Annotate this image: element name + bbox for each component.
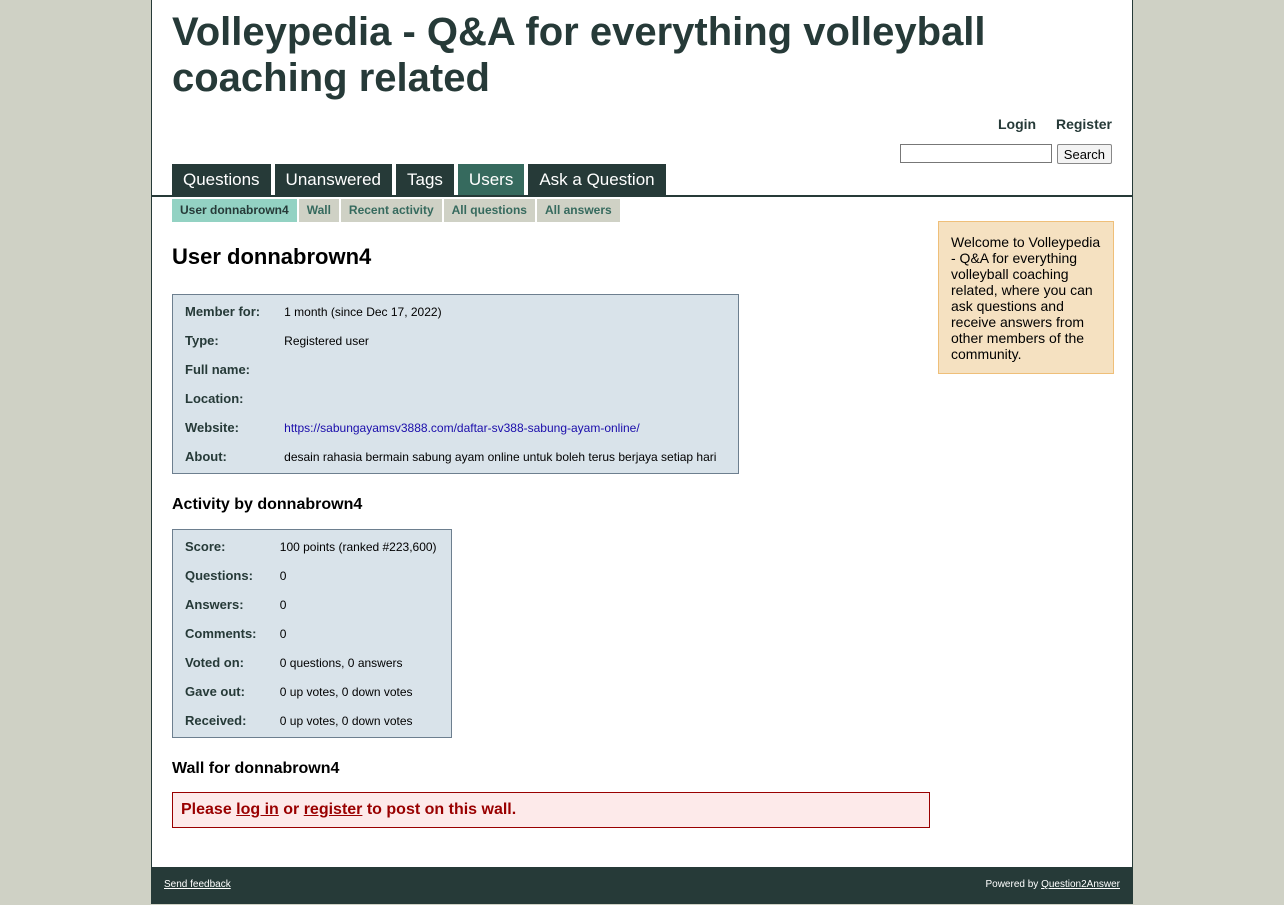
field-value	[272, 355, 738, 384]
nav-tab-users[interactable]: Users	[457, 164, 525, 195]
activity-row: Voted on: 0 questions, 0 answers	[173, 648, 451, 677]
profile-row: Member for: 1 month (since Dec 17, 2022)	[173, 297, 738, 326]
nav-tab-questions[interactable]: Questions	[172, 164, 271, 195]
stat-value: 0 up votes, 0 down votes	[279, 684, 413, 699]
wall-login-link[interactable]: log in	[236, 801, 279, 818]
activity-row: Answers: 0	[173, 590, 451, 619]
profile-table: Member for: 1 month (since Dec 17, 2022)…	[172, 294, 739, 474]
profile-row: Full name:	[173, 355, 738, 384]
field-value: Registered user	[284, 333, 369, 348]
powered-by: Powered by Question2Answer	[985, 879, 1120, 890]
profile-row: Location:	[173, 384, 738, 413]
stat-label: Answers:	[185, 597, 244, 612]
subnav-all-questions[interactable]: All questions	[443, 199, 535, 222]
activity-row: Gave out: 0 up votes, 0 down votes	[173, 677, 451, 706]
powered-by-prefix: Powered by	[985, 879, 1042, 890]
stat-value: 100 points (ranked #223,600)	[279, 539, 437, 554]
subnav-recent-activity[interactable]: Recent activity	[340, 199, 442, 222]
search-form: Search	[899, 144, 1112, 164]
activity-heading: Activity by donnabrown4	[172, 496, 363, 513]
nav-tab-tags[interactable]: Tags	[396, 164, 454, 195]
profile-row: About: desain rahasia bermain sabung aya…	[173, 442, 738, 471]
field-label: Website:	[185, 420, 239, 435]
stat-value: 0 questions, 0 answers	[279, 655, 403, 670]
field-value: 1 month (since Dec 17, 2022)	[284, 304, 442, 319]
stat-label: Comments:	[185, 626, 257, 641]
wall-notice-suffix: to post on this wall.	[362, 801, 517, 818]
send-feedback-link[interactable]: Send feedback	[164, 879, 231, 890]
register-link[interactable]: Register	[1056, 116, 1112, 132]
wall-heading: Wall for donnabrown4	[172, 760, 340, 777]
profile-row: Type: Registered user	[173, 326, 738, 355]
subnav-user[interactable]: User donnabrown4	[172, 199, 297, 222]
wall-register-link[interactable]: register	[304, 801, 363, 818]
website-link[interactable]: https://sabungayamsv3888.com/daftar-sv38…	[284, 421, 640, 435]
subnav-wall[interactable]: Wall	[298, 199, 339, 222]
page-container: Volleypedia - Q&A for everything volleyb…	[151, 0, 1133, 904]
welcome-box: Welcome to Volleypedia - Q&A for everyth…	[938, 221, 1114, 374]
stat-label: Score:	[185, 539, 226, 554]
profile-row: Website: https://sabungayamsv3888.com/da…	[173, 413, 738, 442]
activity-row: Received: 0 up votes, 0 down votes	[173, 706, 451, 735]
field-label: Type:	[185, 333, 219, 348]
sub-nav: User donnabrown4 Wall Recent activity Al…	[172, 199, 620, 222]
stat-label: Received:	[185, 713, 247, 728]
field-value: https://sabungayamsv3888.com/daftar-sv38…	[272, 413, 738, 442]
wall-notice-prefix: Please	[181, 801, 237, 818]
activity-row: Questions: 0	[173, 561, 451, 590]
field-label: Location:	[185, 391, 244, 406]
field-value	[272, 384, 738, 413]
user-nav: Login Register	[982, 116, 1112, 132]
nav-tab-unanswered[interactable]: Unanswered	[274, 164, 392, 195]
field-label: Full name:	[185, 362, 251, 377]
nav-divider	[152, 195, 1132, 197]
stat-label: Questions:	[185, 568, 253, 583]
field-label: About:	[185, 449, 227, 464]
field-value: desain rahasia bermain sabung ayam onlin…	[284, 449, 717, 464]
site-title[interactable]: Volleypedia - Q&A for everything volleyb…	[172, 9, 1032, 101]
subnav-all-answers[interactable]: All answers	[536, 199, 620, 222]
search-input[interactable]	[899, 144, 1052, 163]
field-label: Member for:	[185, 304, 261, 319]
login-link[interactable]: Login	[998, 116, 1036, 132]
activity-row: Score: 100 points (ranked #223,600)	[173, 532, 451, 561]
nav-tab-ask-question[interactable]: Ask a Question	[528, 164, 666, 195]
question2answer-link[interactable]: Question2Answer	[1041, 879, 1120, 890]
search-button[interactable]: Search	[1056, 144, 1112, 164]
stat-label: Voted on:	[185, 655, 244, 670]
activity-row: Comments: 0	[173, 619, 451, 648]
stat-value: 0	[279, 568, 287, 583]
stat-label: Gave out:	[185, 684, 245, 699]
footer: Send feedback Powered by Question2Answer	[152, 867, 1132, 903]
main-nav: Questions Unanswered Tags Users Ask a Qu…	[172, 164, 666, 195]
wall-notice-middle: or	[278, 801, 304, 818]
activity-table: Score: 100 points (ranked #223,600) Ques…	[172, 529, 452, 738]
stat-value: 0	[279, 626, 287, 641]
stat-value: 0 up votes, 0 down votes	[279, 713, 413, 728]
stat-value: 0	[279, 597, 287, 612]
wall-notice: Please log in or register to post on thi…	[172, 792, 930, 828]
page-title: User donnabrown4	[172, 244, 372, 269]
